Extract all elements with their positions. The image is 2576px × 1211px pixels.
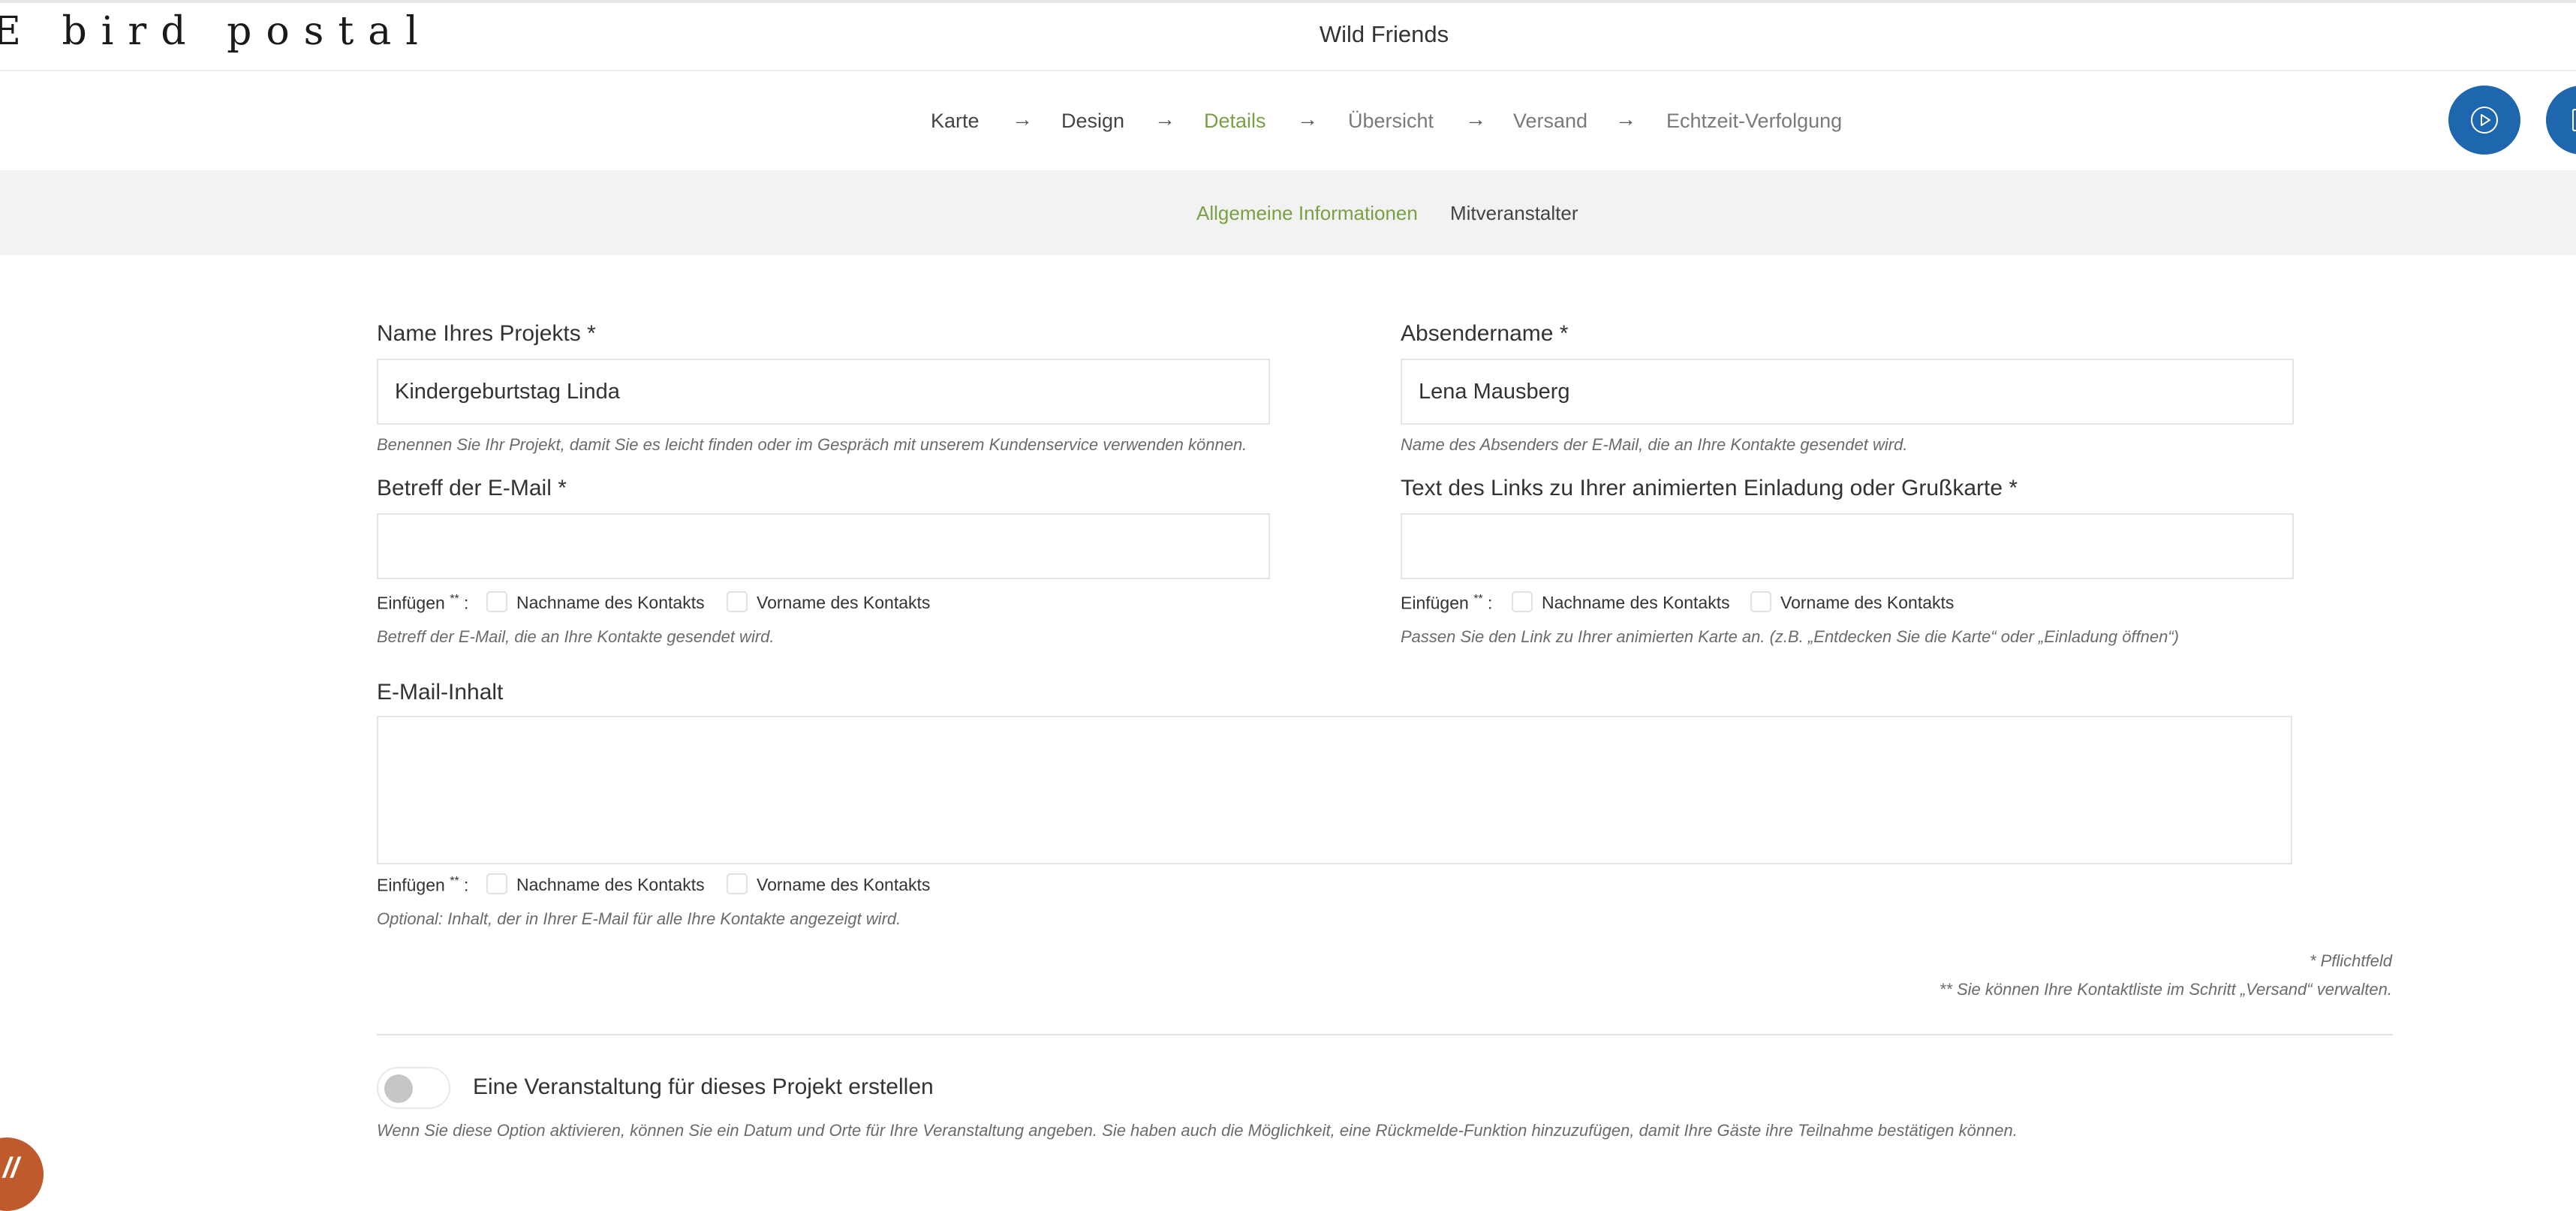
body-firstname-checkbox[interactable] <box>727 873 748 894</box>
body-firstname-label[interactable]: Vorname des Kontakts <box>757 875 930 895</box>
sender-name-hint: Name des Absenders der E-Mail, die an Ih… <box>1401 435 1908 454</box>
link-text-hint: Passen Sie den Link zu Ihrer animierten … <box>1401 627 2180 646</box>
contact-list-note: ** Sie können Ihre Kontaktliste im Schri… <box>1939 980 2392 999</box>
project-title: Wild Friends <box>1319 21 1449 47</box>
event-toggle-label[interactable]: Eine Veranstaltung für dieses Projekt er… <box>473 1074 934 1100</box>
sender-name-input[interactable]: Lena Mausberg <box>1401 359 2294 425</box>
step-uebersicht[interactable]: Übersicht <box>1348 110 1434 133</box>
subject-lastname-label[interactable]: Nachname des Kontakts <box>516 593 705 613</box>
section-divider <box>377 1034 2393 1035</box>
body-lastname-label[interactable]: Nachname des Kontakts <box>516 875 705 895</box>
required-field-note: * Pflichtfeld <box>2309 951 2392 970</box>
play-icon <box>2471 107 2498 134</box>
help-chat-button[interactable]: // <box>0 1137 44 1211</box>
email-body-hint: Optional: Inhalt, der in Ihrer E-Mail fü… <box>377 909 901 928</box>
subject-lastname-checkbox[interactable] <box>486 591 507 612</box>
arrow-right-icon: → <box>1465 107 1486 131</box>
link-text-label: Text des Links zu Ihrer animierten Einla… <box>1401 476 2018 500</box>
toggle-knob <box>384 1074 413 1103</box>
step-karte[interactable]: Karte <box>931 110 980 133</box>
document-button[interactable] <box>2546 86 2576 155</box>
document-icon <box>2572 109 2576 131</box>
step-versand[interactable]: Versand <box>1513 110 1587 133</box>
email-body-textarea[interactable] <box>377 716 2292 864</box>
subject-input[interactable] <box>377 513 1270 579</box>
sender-name-label: Absendername * <box>1401 321 1569 346</box>
body-insert-label: Einfügen ** : <box>377 875 469 895</box>
link-lastname-label[interactable]: Nachname des Kontakts <box>1542 593 1730 613</box>
email-body-label: E-Mail-Inhalt <box>377 680 504 705</box>
event-hint: Wenn Sie diese Option aktivieren, können… <box>377 1121 2018 1140</box>
arrow-right-icon: → <box>1297 107 1318 131</box>
link-insert-label: Einfügen ** : <box>1401 593 1493 613</box>
link-firstname-label[interactable]: Vorname des Kontakts <box>1780 593 1954 613</box>
event-toggle[interactable] <box>377 1067 450 1109</box>
project-name-hint: Benennen Sie Ihr Projekt, damit Sie es l… <box>377 435 1247 454</box>
step-echtzeit-verfolgung[interactable]: Echtzeit-Verfolgung <box>1666 110 1842 133</box>
arrow-right-icon: → <box>1154 107 1175 131</box>
step-design[interactable]: Design <box>1061 110 1124 133</box>
subject-insert-label: Einfügen ** : <box>377 593 469 613</box>
tab-allgemeine-informationen[interactable]: Allgemeine Informationen <box>1196 202 1418 225</box>
preview-button[interactable] <box>2448 86 2520 155</box>
body-lastname-checkbox[interactable] <box>486 873 507 894</box>
top-border <box>0 0 2576 3</box>
subject-label: Betreff der E-Mail * <box>377 476 567 500</box>
subject-firstname-label[interactable]: Vorname des Kontakts <box>757 593 930 613</box>
subject-firstname-checkbox[interactable] <box>727 591 748 612</box>
arrow-right-icon: → <box>1615 107 1636 131</box>
sub-navigation: Allgemeine Informationen Mitveranstalter <box>0 170 2576 255</box>
step-details[interactable]: Details <box>1204 110 1266 133</box>
feather-icon: // <box>3 1152 20 1184</box>
subject-hint: Betreff der E-Mail, die an Ihre Kontakte… <box>377 627 775 646</box>
project-name-input[interactable]: Kindergeburtstag Linda <box>377 359 1270 425</box>
header-divider <box>0 70 2576 71</box>
link-text-input[interactable] <box>1401 513 2294 579</box>
link-lastname-checkbox[interactable] <box>1512 591 1533 612</box>
project-name-label: Name Ihres Projekts * <box>377 321 596 346</box>
tab-mitveranstalter[interactable]: Mitveranstalter <box>1450 202 1578 225</box>
link-firstname-checkbox[interactable] <box>1750 591 1771 612</box>
arrow-right-icon: → <box>1012 107 1033 131</box>
